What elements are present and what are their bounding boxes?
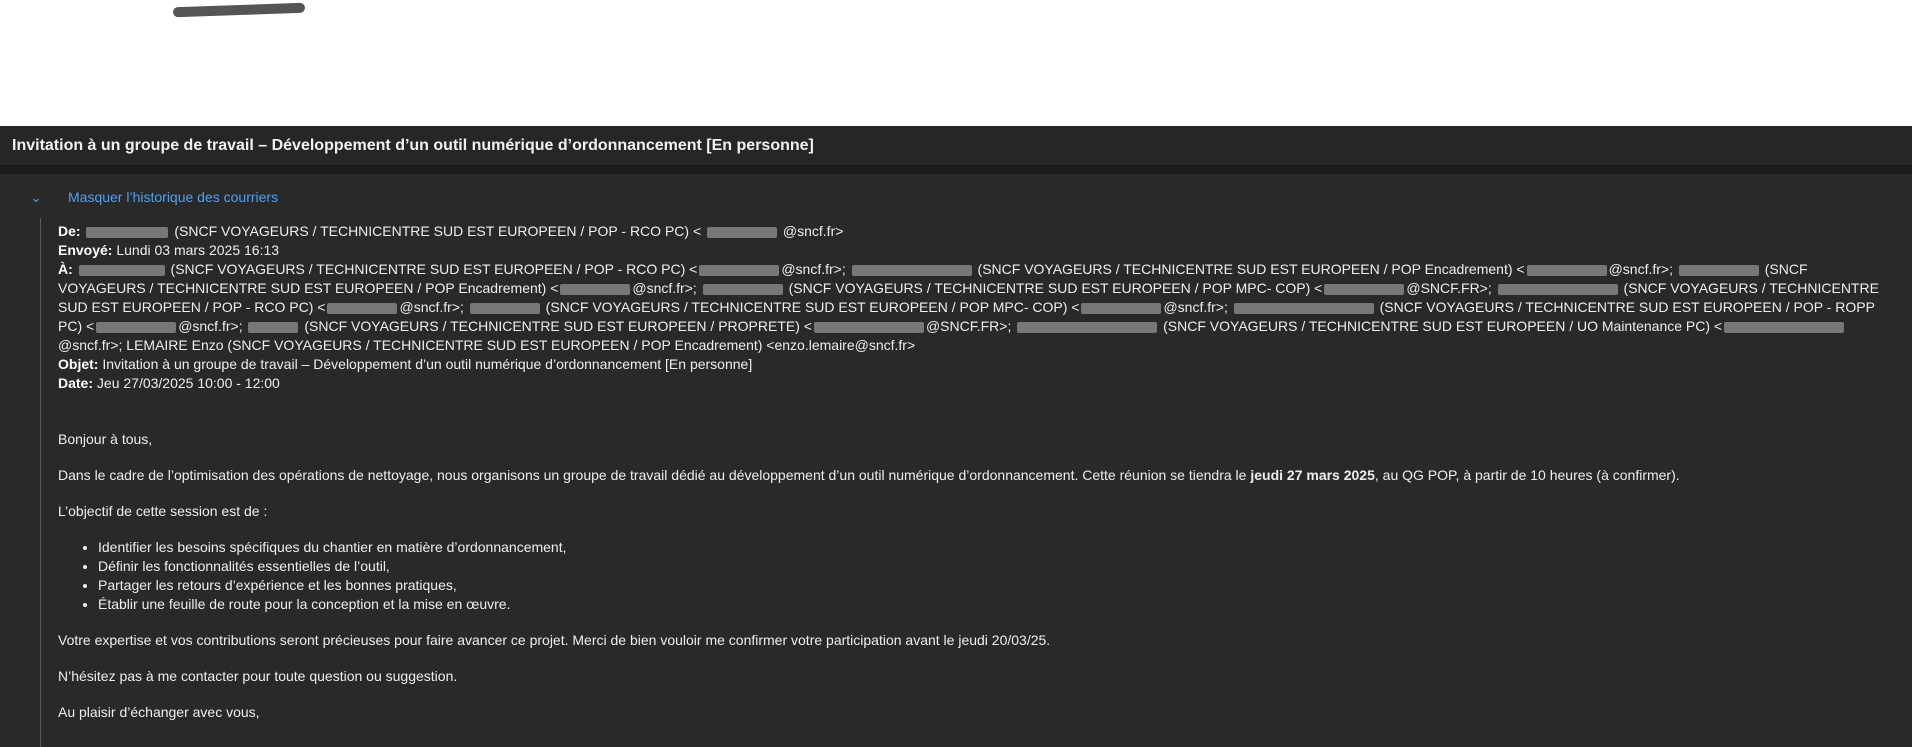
paragraph-contact: N’hésitez pas à me contacter pour toute … <box>58 668 458 684</box>
list-item: Identifier les besoins spécifiques du ch… <box>98 538 1898 557</box>
list-item: Partager les retours d’expérience et les… <box>98 576 1898 595</box>
paragraph-expertise: Votre expertise et vos contributions ser… <box>58 632 1051 648</box>
recipient-text: (SNCF VOYAGEURS / TECHNICENTRE SUD EST E… <box>973 261 1525 277</box>
redacted-name <box>1497 283 1618 295</box>
recipient-text: (SNCF VOYAGEURS / TECHNICENTRE SUD EST E… <box>784 280 1323 296</box>
redacted-email <box>1324 283 1405 295</box>
paragraph-intro: Dans le cadre de l’optimisation des opér… <box>58 466 1898 485</box>
from-label: De: <box>58 223 81 239</box>
quote-border <box>40 218 41 747</box>
redacted-name <box>469 302 540 314</box>
top-blank-area <box>0 0 1912 126</box>
email-subject-bar: Invitation à un groupe de travail – Déve… <box>0 126 1912 166</box>
redacted-email <box>1526 264 1607 276</box>
forwarded-header: De: (SNCF VOYAGEURS / TECHNICENTRE SUD E… <box>58 222 1898 393</box>
recipient-text: @sncf.fr>; LEMAIRE Enzo (SNCF VOYAGEURS … <box>58 337 916 353</box>
subject-value: Invitation à un groupe de travail – Déve… <box>98 356 753 372</box>
redacted-name <box>1017 321 1158 333</box>
email-subject-title: Invitation à un groupe de travail – Déve… <box>12 137 814 154</box>
greeting: Bonjour à tous, <box>58 431 153 447</box>
sent-line: Envoyé: Lundi 03 mars 2025 16:13 <box>58 241 1898 260</box>
from-org: (SNCF VOYAGEURS / TECHNICENTRE SUD EST E… <box>174 223 702 239</box>
recipient-text: @SNCF.FR>; <box>925 318 1016 334</box>
redaction-scribble <box>172 2 306 18</box>
redacted-email <box>327 302 398 314</box>
redacted-email <box>96 321 177 333</box>
redacted-name <box>86 226 169 238</box>
recipient-text: @sncf.fr>; <box>1608 261 1677 277</box>
objective-intro: L’objectif de cette session est de : <box>58 503 268 519</box>
redacted-name <box>1233 302 1374 314</box>
list-item: Définir les fonctionnalités essentielles… <box>98 557 1898 576</box>
redacted-email <box>1081 302 1162 314</box>
to-line: À: (SNCF VOYAGEURS / TECHNICENTRE SUD ES… <box>58 260 1898 355</box>
date-line: Date: Jeu 27/03/2025 10:00 - 12:00 <box>58 374 1898 393</box>
closing: Au plaisir d’échanger avec vous, <box>58 704 260 720</box>
from-line: De: (SNCF VOYAGEURS / TECHNICENTRE SUD E… <box>58 222 1898 241</box>
recipient-text: (SNCF VOYAGEURS / TECHNICENTRE SUD EST E… <box>1159 318 1723 334</box>
email-body: Bonjour à tous, Dans le cadre de l’optim… <box>58 430 1898 739</box>
recipient-text: @sncf.fr>; <box>178 318 247 334</box>
from-domain: @sncf.fr> <box>782 223 844 239</box>
recipient-text: (SNCF VOYAGEURS / TECHNICENTRE SUD EST E… <box>300 318 812 334</box>
sent-value: Lundi 03 mars 2025 16:13 <box>112 242 280 258</box>
date-label: Date: <box>58 375 94 391</box>
redacted-email <box>1724 321 1845 333</box>
redacted-name <box>851 264 972 276</box>
meeting-date: jeudi 27 mars 2025 <box>1250 467 1375 483</box>
recipient-text: @sncf.fr>; <box>399 299 468 315</box>
redacted-email <box>813 321 924 333</box>
recipient-text: @SNCF.FR>; <box>1406 280 1496 296</box>
redacted-email <box>560 283 631 295</box>
recipient-text: (SNCF VOYAGEURS / TECHNICENTRE SUD EST E… <box>541 299 1080 315</box>
history-toggle[interactable]: ⌄ Masquer l’historique des courriers <box>0 186 600 210</box>
to-label: À: <box>58 261 73 277</box>
recipient-text: (SNCF VOYAGEURS / TECHNICENTRE SUD EST E… <box>166 261 698 277</box>
paragraph-text: Dans le cadre de l’optimisation des opér… <box>58 467 1251 483</box>
sent-label: Envoyé: <box>58 242 113 258</box>
recipient-text: @sncf.fr>; <box>632 280 701 296</box>
redacted-name <box>1678 264 1759 276</box>
redacted-name <box>78 264 165 276</box>
chevron-down-icon[interactable]: ⌄ <box>26 188 46 208</box>
redacted-email <box>699 264 780 276</box>
redacted-name <box>702 283 783 295</box>
list-item: Établir une feuille de route pour la con… <box>98 595 1898 614</box>
recipient-text: @sncf.fr>; <box>781 261 850 277</box>
recipient-text: @sncf.fr>; <box>1163 299 1232 315</box>
redacted-name <box>248 321 299 333</box>
history-toggle-label[interactable]: Masquer l’historique des courriers <box>68 189 278 205</box>
objective-list: Identifier les besoins spécifiques du ch… <box>58 538 1898 614</box>
email-reading-pane: ⌄ Masquer l’historique des courriers De:… <box>0 174 1912 747</box>
divider <box>0 166 1912 174</box>
subject-label: Objet: <box>58 356 99 372</box>
date-value: Jeu 27/03/2025 10:00 - 12:00 <box>93 375 280 391</box>
subject-line: Objet: Invitation à un groupe de travail… <box>58 355 1898 374</box>
redacted-email <box>707 226 778 238</box>
paragraph-text: , au QG POP, à partir de 10 heures (à co… <box>1374 467 1680 483</box>
